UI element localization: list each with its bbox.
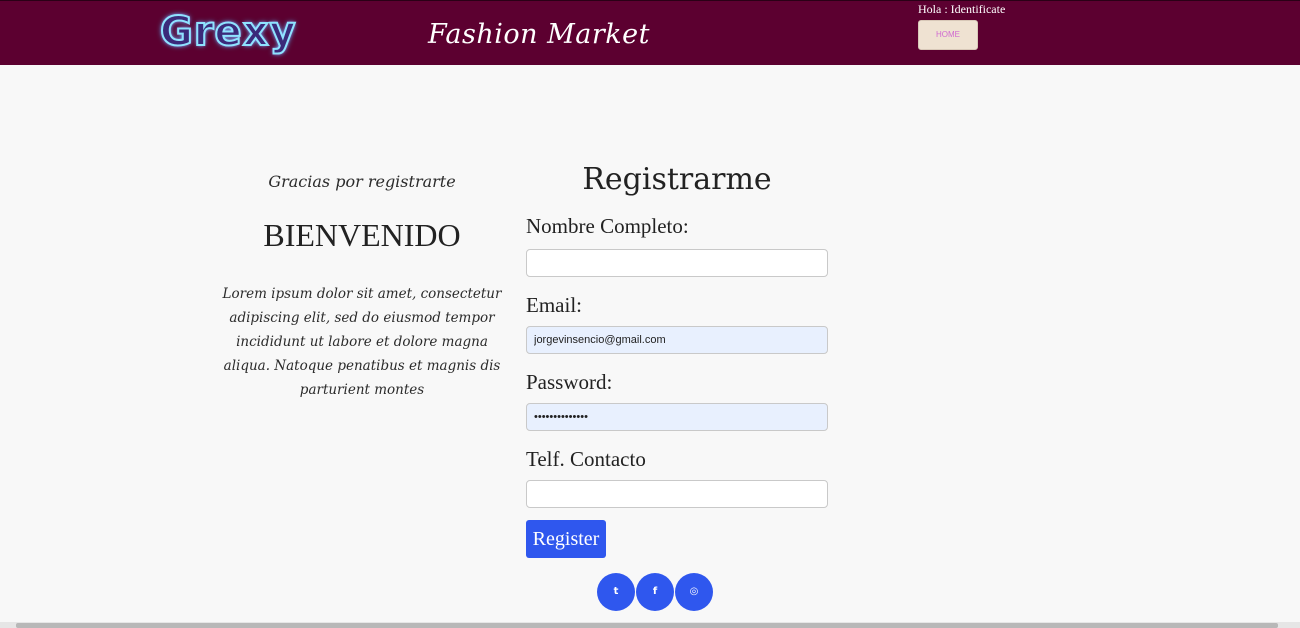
register-button[interactable]: Register — [526, 520, 606, 558]
scrollbar-thumb[interactable] — [16, 623, 1278, 628]
register-form: Registrarme Nombre Completo: Email: Pass… — [526, 150, 828, 558]
phone-label: Telf. Contacto — [526, 447, 646, 471]
welcome-panel: Gracias por registrarte BIENVENIDO Lorem… — [212, 168, 512, 402]
thanks-text: Gracias por registrarte — [268, 172, 456, 191]
phone-input[interactable] — [526, 480, 828, 508]
welcome-heading: BIENVENIDO — [263, 217, 461, 253]
top-navbar: Grexy Fashion Market Hola : Identificate… — [0, 0, 1300, 65]
twitter-icon[interactable]: t — [597, 573, 635, 611]
email-label: Email: — [526, 293, 582, 317]
user-greeting[interactable]: Hola : Identificate — [918, 2, 1005, 17]
fullname-input[interactable] — [526, 249, 828, 277]
facebook-icon[interactable]: f — [636, 573, 674, 611]
brand-title: Fashion Market — [428, 19, 650, 50]
welcome-description: Lorem ipsum dolor sit amet, consectetur … — [222, 286, 502, 398]
password-input[interactable] — [526, 403, 828, 431]
instagram-icon[interactable]: ◎ — [675, 573, 713, 611]
password-label: Password: — [526, 370, 613, 394]
horizontal-scrollbar[interactable] — [0, 622, 1300, 628]
email-input[interactable] — [526, 326, 828, 354]
home-button[interactable]: HOME — [918, 20, 978, 50]
grexy-logo[interactable]: Grexy — [159, 8, 297, 56]
form-title: Registrarme — [582, 162, 772, 197]
fullname-label: Nombre Completo: — [526, 214, 689, 238]
